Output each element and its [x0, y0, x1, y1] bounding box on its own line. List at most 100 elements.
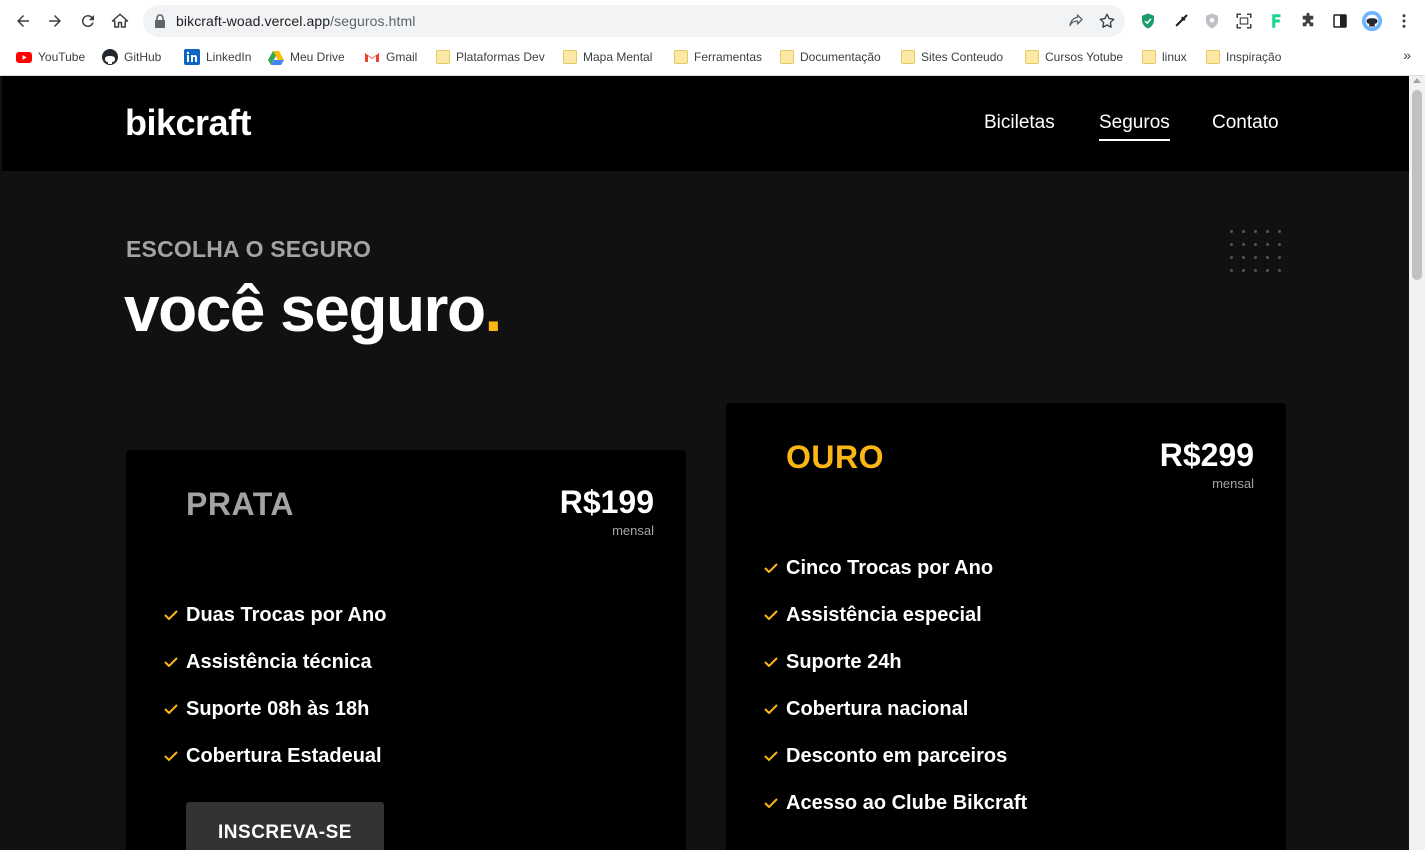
folder-icon — [1025, 50, 1039, 64]
chrome-menu-button[interactable] — [1394, 11, 1414, 31]
bookmark-label: Plataformas Dev — [456, 50, 545, 64]
home-button[interactable] — [108, 9, 132, 33]
folder-icon — [1142, 50, 1156, 64]
check-icon — [764, 657, 778, 667]
bookmark-label: Sites Conteudo — [921, 50, 1004, 64]
feature-item: Suporte 24h — [764, 651, 1027, 698]
feature-item: Assistência técnica — [164, 651, 386, 698]
check-icon — [164, 704, 178, 714]
feature-item: Desconto em parceiros — [764, 745, 1027, 792]
site-logo[interactable]: bikcraft — [125, 102, 252, 144]
extension-privacy[interactable] — [1202, 11, 1222, 31]
decorative-dots — [1230, 230, 1290, 286]
page-title-text: você seguro — [124, 273, 486, 345]
feature-item: Cobertura nacional — [764, 698, 1027, 745]
plan-card-ouro: OURO R$299 mensal Cinco Trocas por Ano A… — [726, 403, 1286, 850]
bookmarks-bar: YouTube GitHub LinkedIn Meu Drive Gmail … — [0, 44, 1425, 70]
arrow-right-icon — [49, 15, 61, 27]
youtube-icon — [16, 52, 32, 63]
plan-period: mensal — [1212, 476, 1254, 491]
bookmark-folder[interactable]: Mapa Mental — [563, 47, 652, 67]
profile-avatar[interactable] — [1361, 10, 1383, 32]
gmail-icon — [365, 53, 379, 62]
folder-icon — [780, 50, 794, 64]
nav-link-biciletas[interactable]: Biciletas — [984, 112, 1055, 134]
feature-text: Cobertura Estadeual — [186, 745, 382, 767]
bookmark-drive[interactable]: Meu Drive — [268, 47, 345, 67]
nav-link-contato[interactable]: Contato — [1212, 112, 1279, 134]
scrollbar-thumb[interactable] — [1412, 90, 1422, 280]
check-icon — [764, 563, 778, 573]
bookmark-folder[interactable]: Ferramentas — [674, 47, 762, 67]
bookmark-github[interactable]: GitHub — [102, 47, 161, 67]
bookmark-folder[interactable]: Cursos Yotube — [1025, 47, 1123, 67]
plan-name: OURO — [786, 439, 884, 475]
extension-figma-f[interactable] — [1266, 11, 1286, 31]
extension-eyedropper[interactable] — [1171, 11, 1191, 31]
privacy-shield-icon — [1206, 13, 1218, 29]
bookmark-folder[interactable]: Sites Conteudo — [901, 47, 1003, 67]
feature-item: Suporte 08h às 18h — [164, 698, 386, 745]
page-title: você seguro. — [124, 272, 502, 346]
bookmark-label: YouTube — [38, 50, 86, 64]
feature-item: Cinco Trocas por Ano — [764, 557, 1027, 604]
url-path: /seguros.html — [330, 13, 416, 29]
plan-features: Cinco Trocas por Ano Assistência especia… — [764, 557, 1027, 839]
feature-text: Cobertura nacional — [786, 698, 969, 720]
share-icon[interactable] — [1067, 12, 1085, 30]
check-icon — [764, 798, 778, 808]
kebab-menu-icon — [1402, 14, 1406, 28]
feature-text: Assistência especial — [786, 604, 982, 626]
plan-price: R$299 — [1159, 437, 1254, 473]
feature-text: Suporte 24h — [786, 651, 902, 673]
bookmark-folder[interactable]: Plataformas Dev — [436, 47, 545, 67]
drive-icon — [268, 51, 284, 65]
puzzle-icon — [1302, 12, 1314, 27]
bookmark-linkedin[interactable]: LinkedIn — [184, 47, 251, 67]
eyedropper-icon — [1175, 14, 1188, 27]
bookmark-label: LinkedIn — [206, 50, 252, 64]
plan-features: Duas Trocas por Ano Assistência técnica … — [164, 604, 386, 792]
scroll-up-arrow[interactable] — [1413, 78, 1421, 83]
subscribe-button[interactable]: INSCREVA-SE — [186, 802, 384, 850]
letter-f-icon — [1272, 14, 1281, 28]
feature-text: Cinco Trocas por Ano — [786, 557, 994, 579]
bookmark-gmail[interactable]: Gmail — [364, 47, 417, 67]
lock-icon — [155, 14, 165, 28]
bookmark-label: Meu Drive — [290, 50, 345, 64]
nav-link-seguros[interactable]: Seguros — [1099, 112, 1170, 141]
feature-item: Acesso ao Clube Bikcraft — [764, 792, 1027, 839]
sidepanel-button[interactable] — [1330, 11, 1350, 31]
bookmark-label: Ferramentas — [694, 50, 763, 64]
folder-icon — [563, 50, 577, 64]
bookmark-folder[interactable]: Inspiração — [1206, 47, 1281, 67]
address-bar[interactable]: bikcraft-woad.vercel.app/seguros.html — [143, 5, 1125, 37]
feature-item: Assistência especial — [764, 604, 1027, 651]
page-scrollbar[interactable] — [1409, 76, 1425, 850]
github-avatar-icon — [1361, 10, 1383, 32]
feature-text: Desconto em parceiros — [786, 745, 1008, 767]
check-icon — [164, 657, 178, 667]
extensions-button[interactable] — [1298, 11, 1318, 31]
feature-text: Assistência técnica — [186, 651, 372, 673]
bookmark-label: Documentação — [800, 50, 881, 64]
bookmark-youtube[interactable]: YouTube — [16, 47, 85, 67]
plan-price: R$199 — [559, 484, 654, 520]
sidepanel-icon — [1333, 14, 1347, 28]
url-host: bikcraft-woad.vercel.app — [176, 13, 331, 29]
bookmark-folder[interactable]: linux — [1142, 47, 1187, 67]
check-icon — [764, 610, 778, 620]
extension-screenshot[interactable] — [1234, 11, 1254, 31]
back-button[interactable] — [11, 9, 35, 33]
url-text: bikcraft-woad.vercel.app/seguros.html — [176, 13, 415, 29]
folder-icon — [674, 50, 688, 64]
extension-shield[interactable] — [1138, 11, 1158, 31]
feature-item: Duas Trocas por Ano — [164, 604, 386, 651]
bookmark-folder[interactable]: Documentação — [780, 47, 881, 67]
reload-icon — [81, 15, 94, 28]
star-icon[interactable] — [1098, 12, 1116, 30]
reload-button[interactable] — [76, 9, 100, 33]
bookmarks-overflow-button[interactable]: » — [1403, 47, 1411, 63]
shield-icon — [1142, 13, 1154, 29]
forward-button[interactable] — [43, 9, 67, 33]
